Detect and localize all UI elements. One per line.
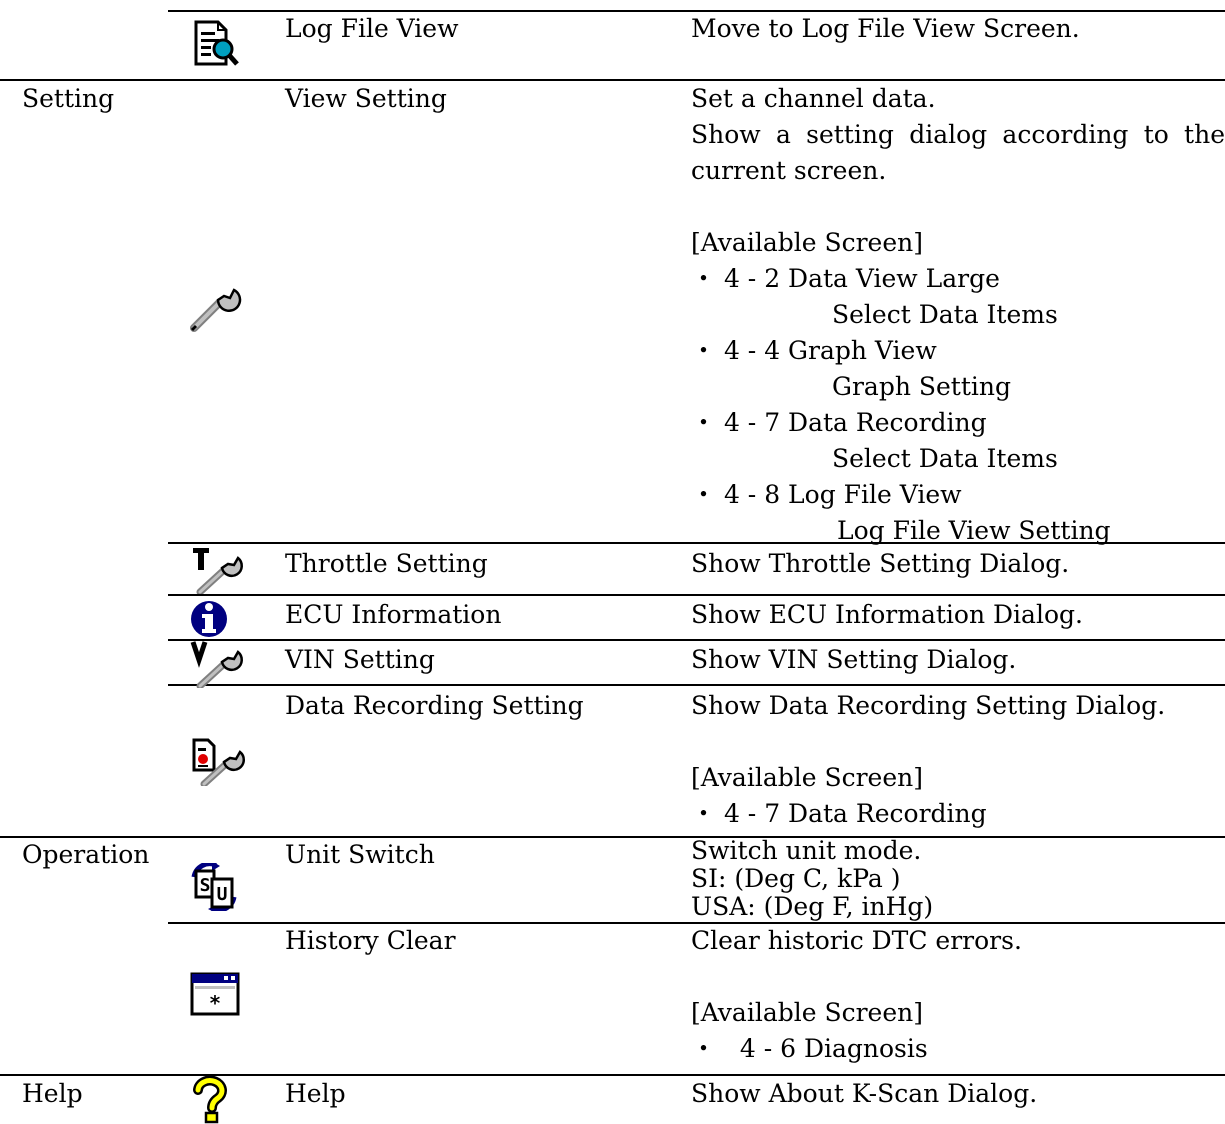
- row-name: Throttle Setting: [285, 549, 488, 578]
- info-icon: [191, 601, 227, 637]
- list-item: ・ 4 - 4 Graph View: [691, 336, 937, 365]
- data-recording-setting-icon: [192, 738, 245, 786]
- category-label: Help: [22, 1079, 83, 1108]
- list-item-detail: Log File View Setting: [837, 516, 1111, 545]
- list-item: ・ 4 - 8 Log File View: [691, 480, 962, 509]
- list-item: ・ 4 - 7 Data Recording: [691, 408, 987, 437]
- category-label: Setting: [22, 84, 115, 113]
- svg-text:*: *: [210, 991, 221, 1015]
- row-description: Show ECU Information Dialog.: [691, 600, 1083, 629]
- vin-setting-icon: [190, 641, 243, 688]
- row-description: Switch unit mode. SI: (Deg C, kPa ) USA:…: [691, 836, 934, 921]
- unit-switch-icon: S U: [191, 863, 237, 911]
- row-description: Show Data Recording Setting Dialog. [Ava…: [691, 688, 1225, 832]
- table-divider: [168, 594, 1225, 596]
- svg-text:U: U: [217, 884, 228, 905]
- row-description: Show About K-Scan Dialog.: [691, 1079, 1038, 1108]
- list-item-detail: Select Data Items: [832, 300, 1058, 329]
- row-description: Clear historic DTC errors. [Available Sc…: [691, 923, 1225, 1067]
- row-name: History Clear: [285, 926, 456, 955]
- row-name: View Setting: [285, 84, 447, 113]
- list-item: ・ 4 - 6 Diagnosis: [691, 1034, 928, 1063]
- help-icon: [193, 1076, 227, 1124]
- log-file-view-icon: [194, 20, 239, 66]
- table-divider: [168, 684, 1225, 686]
- throttle-setting-icon: [193, 548, 243, 594]
- row-description: Move to Log File View Screen.: [691, 14, 1080, 43]
- row-description: Show Throttle Setting Dialog.: [691, 549, 1070, 578]
- row-name: Data Recording Setting: [285, 691, 584, 720]
- history-clear-icon: *: [190, 972, 240, 1016]
- wrench-icon: [190, 288, 242, 332]
- table-divider: [168, 639, 1225, 641]
- row-description: Set a channel data. Show a setting dialo…: [691, 81, 1225, 549]
- list-item-detail: Select Data Items: [832, 444, 1058, 473]
- row-name: Log File View: [285, 14, 459, 43]
- list-item: ・ 4 - 2 Data View Large: [691, 264, 1000, 293]
- row-name: Unit Switch: [285, 840, 435, 869]
- list-item-detail: Graph Setting: [832, 372, 1011, 401]
- row-description: Show VIN Setting Dialog.: [691, 645, 1017, 674]
- svg-text:S: S: [200, 875, 211, 896]
- row-name: ECU Information: [285, 600, 502, 629]
- list-item: ・ 4 - 7 Data Recording: [691, 799, 987, 828]
- row-name: VIN Setting: [285, 645, 435, 674]
- row-name: Help: [285, 1079, 346, 1108]
- category-label: Operation: [22, 840, 150, 869]
